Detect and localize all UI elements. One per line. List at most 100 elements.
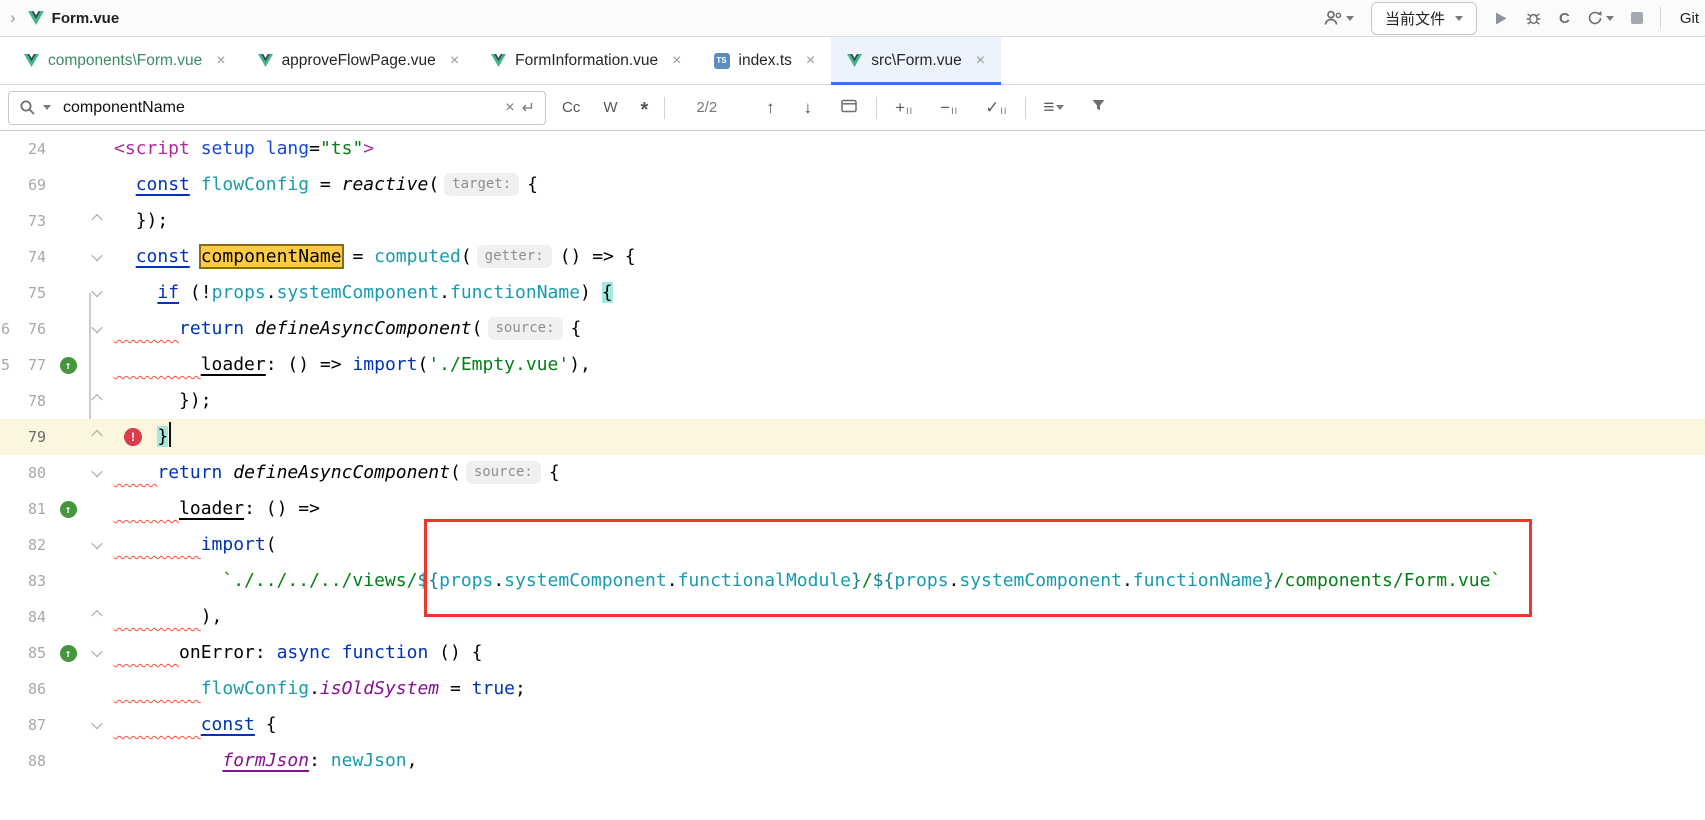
debug-button[interactable] (1525, 10, 1542, 26)
close-icon[interactable]: × (672, 52, 681, 70)
search-history-chevron-icon[interactable] (43, 105, 51, 110)
line-number[interactable]: 82 (0, 527, 50, 563)
fold-expand-icon[interactable] (91, 214, 102, 225)
view-options-button[interactable]: ≡ (1035, 97, 1072, 119)
green-arrow-gutter-icon[interactable]: ↑ (60, 357, 77, 374)
line-number[interactable]: 78 (0, 383, 50, 419)
code-token: . (1122, 570, 1133, 591)
line-number[interactable]: 83 (0, 563, 50, 599)
fold-expand-icon[interactable] (91, 394, 102, 405)
line-number[interactable]: 79 (0, 419, 50, 455)
line-number[interactable]: 88 (0, 743, 50, 779)
previous-match-button[interactable]: ↑ (756, 98, 785, 118)
match-case-toggle[interactable]: Cc (555, 95, 587, 120)
green-arrow-gutter-icon[interactable]: ↑ (60, 501, 77, 518)
clear-search-icon[interactable]: × (505, 99, 514, 117)
chevron-down-icon (1346, 16, 1354, 21)
code-text[interactable]: return defineAsyncComponent(source:{ (114, 455, 560, 491)
code-text[interactable]: <script setup lang="ts"> (114, 131, 374, 167)
filter-button[interactable] (1081, 98, 1116, 118)
close-icon[interactable]: × (976, 52, 985, 70)
regex-toggle[interactable]: * (634, 96, 656, 119)
line-number[interactable]: 80 (0, 455, 50, 491)
line-number[interactable]: 24 (0, 131, 50, 167)
more-run-options-button[interactable] (1587, 10, 1614, 26)
next-match-button[interactable]: ↓ (794, 98, 823, 118)
code-token: flowConfig (201, 174, 309, 195)
fold-collapse-icon[interactable] (91, 466, 102, 477)
editor-tab[interactable]: approveFlowPage.vue× (242, 37, 476, 84)
code-text[interactable]: }); (114, 203, 168, 239)
fold-expand-icon[interactable] (91, 610, 102, 621)
line-number[interactable]: 69 (0, 167, 50, 203)
editor-tab[interactable]: src\Form.vue× (831, 37, 1001, 84)
git-widget[interactable]: Git (1680, 10, 1699, 27)
code-token: const (201, 714, 255, 735)
code-text[interactable]: loader: () => import('./Empty.vue'), (114, 347, 591, 383)
line-number[interactable]: 75 (0, 275, 50, 311)
fold-collapse-icon[interactable] (91, 646, 102, 657)
stop-button[interactable] (1631, 12, 1643, 24)
fold-collapse-icon[interactable] (91, 538, 102, 549)
code-editor[interactable]: 24 <script setup lang="ts"> 69 const flowC… (0, 131, 1705, 820)
code-text[interactable]: const componentName = computed(getter:()… (114, 239, 636, 275)
code-token: . (493, 570, 504, 591)
line-number[interactable]: 74 (0, 239, 50, 275)
line-number[interactable]: 85 (0, 635, 50, 671)
code-text[interactable]: if (!props.systemComponent.functionName)… (114, 275, 613, 311)
coverage-button[interactable]: C (1559, 10, 1570, 27)
close-icon[interactable]: × (450, 52, 459, 70)
editor-tab[interactable]: TSindex.ts× (698, 37, 832, 84)
code-with-me-button[interactable] (1324, 10, 1354, 26)
breadcrumb-chevron-icon[interactable]: › (10, 8, 16, 28)
code-token: () => { (560, 246, 636, 267)
code-text[interactable]: loader: () => (114, 491, 320, 527)
add-occurrence-button[interactable]: +II (886, 98, 922, 118)
line-number[interactable]: 84 (0, 599, 50, 635)
code-token (114, 642, 179, 663)
run-button[interactable] (1494, 11, 1508, 26)
search-icon[interactable] (19, 99, 36, 116)
select-all-occurrences-button[interactable]: ✓II (976, 98, 1016, 118)
whole-words-toggle[interactable]: W (596, 95, 624, 120)
editor-tab[interactable]: components\Form.vue× (8, 37, 242, 84)
run-config-selector[interactable]: 当前文件 (1371, 2, 1477, 35)
fold-expand-icon[interactable] (91, 430, 102, 441)
code-token: > (363, 138, 374, 159)
open-in-find-window-button[interactable] (831, 98, 867, 118)
close-icon[interactable]: × (806, 52, 815, 70)
code-text[interactable]: import( (114, 527, 277, 563)
editor-tab[interactable]: FormInformation.vue× (475, 37, 697, 84)
code-text[interactable]: ), (114, 599, 222, 635)
stop-icon (1631, 12, 1643, 24)
line-number[interactable]: 86 (0, 671, 50, 707)
search-input[interactable]: componentName (63, 99, 498, 117)
code-token: / (862, 570, 873, 591)
code-text[interactable]: `./../../../views/${props.systemComponen… (114, 563, 1501, 599)
fold-collapse-icon[interactable] (91, 286, 102, 297)
divider (1025, 97, 1026, 119)
code-text[interactable]: } (114, 419, 171, 455)
code-text[interactable]: }); (114, 383, 212, 419)
search-field[interactable]: componentName × ↵ (8, 91, 546, 125)
fold-collapse-icon[interactable] (91, 718, 102, 729)
newline-icon[interactable]: ↵ (522, 98, 535, 118)
fold-collapse-icon[interactable] (91, 250, 102, 261)
line-number[interactable]: 81 (0, 491, 50, 527)
code-text[interactable]: const { (114, 707, 277, 743)
code-text[interactable]: return defineAsyncComponent(source:{ (114, 311, 581, 347)
code-text[interactable]: const flowConfig = reactive(target:{ (114, 167, 538, 203)
code-text[interactable]: flowConfig.isOldSystem = true; (114, 671, 526, 707)
code-text[interactable]: formJson: newJson, (114, 743, 417, 779)
close-icon[interactable]: × (216, 52, 225, 70)
divider (876, 97, 877, 119)
code-text[interactable]: onError: async function () { (114, 635, 483, 671)
error-icon[interactable]: ! (124, 428, 142, 446)
line-number[interactable]: 73 (0, 203, 50, 239)
remove-occurrence-button[interactable]: −II (931, 98, 967, 118)
code-token: , (407, 750, 418, 771)
fold-collapse-icon[interactable] (91, 322, 102, 333)
green-arrow-gutter-icon[interactable]: ↑ (60, 645, 77, 662)
line-number[interactable]: 87 (0, 707, 50, 743)
gutter: 75 (0, 275, 114, 311)
